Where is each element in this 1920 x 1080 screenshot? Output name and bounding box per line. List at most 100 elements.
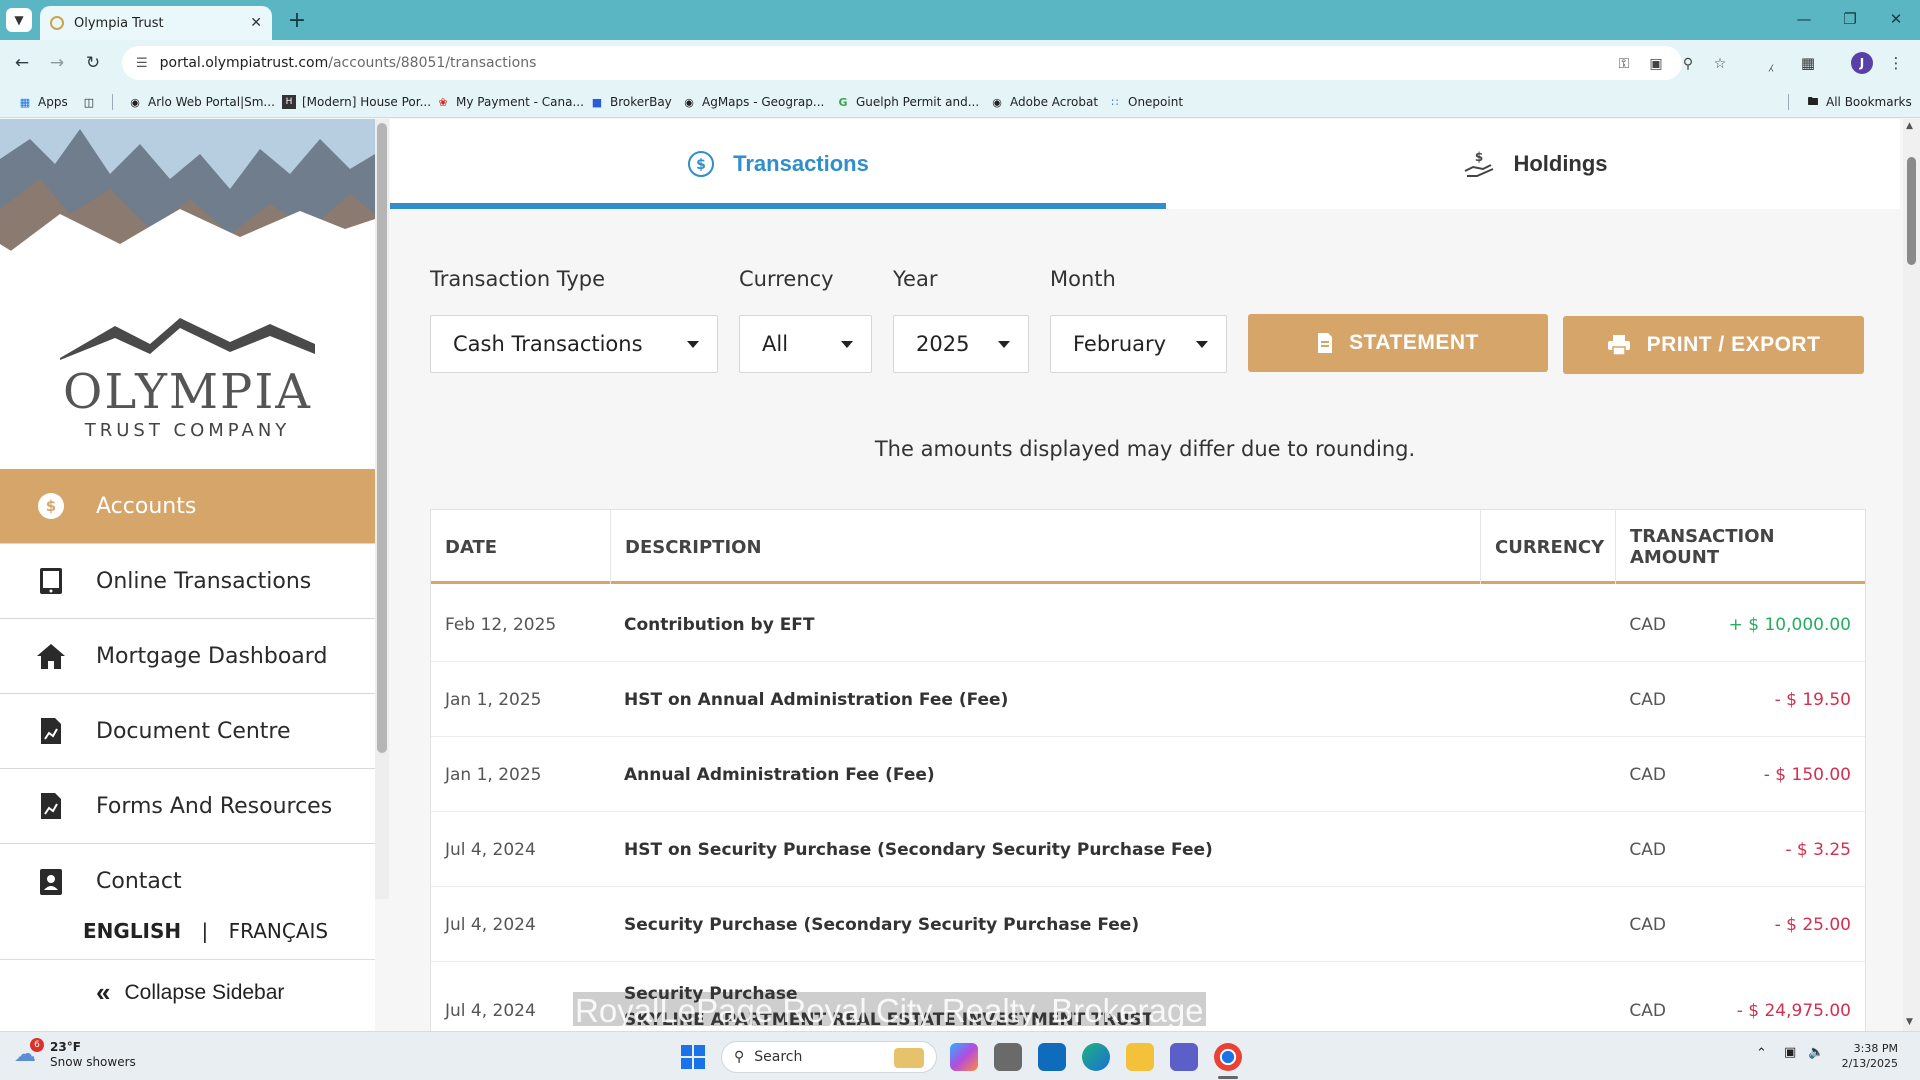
statement-button[interactable]: STATEMENT — [1248, 314, 1548, 372]
browser-tab[interactable]: Olympia Trust ✕ — [40, 6, 272, 40]
table-row[interactable]: Jul 4, 2024 Security Purchase (Secondary… — [431, 887, 1865, 962]
install-app-icon[interactable]: ▣ — [1646, 54, 1666, 74]
column-header-amount[interactable]: TRANSACTION AMOUNT — [1616, 510, 1865, 584]
extensions-puzzle-icon[interactable]: ▦ — [1797, 52, 1819, 74]
transaction-type-value: Cash Transactions — [453, 332, 643, 356]
system-clock[interactable]: 3:38 PM 2/13/2025 — [1838, 1041, 1898, 1071]
tab-holdings[interactable]: $ Holdings — [1166, 119, 1900, 209]
bookmark-adobe-acrobat[interactable]: ◉ Adobe Acrobat — [990, 93, 1098, 111]
bookmarks-bar: ▦ Apps ◫ ◉ Arlo Web Portal|Sm... H [Modern]… — [0, 86, 1920, 118]
column-header-date[interactable]: DATE — [431, 510, 611, 584]
dollar-circle-icon: $ — [36, 491, 66, 521]
store-icon[interactable] — [994, 1043, 1022, 1071]
teams-icon[interactable] — [1170, 1043, 1198, 1071]
edge-icon[interactable] — [1082, 1043, 1110, 1071]
page-scrollbar-thumb[interactable] — [1907, 157, 1916, 265]
collapse-sidebar-label: Collapse Sidebar — [124, 980, 285, 1004]
bookmark-my-payment[interactable]: ❀ My Payment - Cana... — [436, 93, 584, 111]
row-description: Contribution by EFT — [624, 614, 815, 635]
month-label: Month — [1050, 267, 1116, 291]
tab-label: Holdings — [1513, 151, 1608, 176]
site-info-icon[interactable]: ☰ — [136, 56, 148, 71]
statement-button-label: STATEMENT — [1349, 331, 1479, 354]
copilot-icon[interactable] — [950, 1043, 978, 1071]
windows-start-icon[interactable] — [681, 1045, 705, 1069]
tray-chevron-up-icon[interactable]: ⌃ — [1756, 1046, 1767, 1061]
apps-grid-icon: ▦ — [19, 95, 31, 109]
language-english[interactable]: ENGLISH — [83, 919, 181, 943]
sidebar-item-online-transactions[interactable]: Online Transactions — [0, 544, 375, 619]
tab-title: Olympia Trust — [74, 15, 164, 31]
sidebar-item-document-centre[interactable]: Document Centre — [0, 694, 375, 769]
column-header-currency[interactable]: CURRENCY — [1481, 510, 1616, 584]
zoom-icon[interactable]: ⚲ — [1678, 54, 1698, 74]
weather-badge: 6 — [30, 1038, 44, 1052]
month-select[interactable]: February — [1050, 315, 1227, 373]
print-export-button[interactable]: PRINT / EXPORT — [1563, 316, 1864, 374]
browser-tab-bar: ▼ Olympia Trust ✕ + — ❐ ✕ — [0, 0, 1920, 40]
bookmark-brokerbay[interactable]: ■ BrokerBay — [590, 93, 672, 111]
profile-avatar[interactable]: J — [1851, 52, 1873, 74]
password-key-icon[interactable]: ⚿ — [1614, 54, 1634, 74]
document-icon — [1317, 332, 1333, 354]
caret-down-icon — [841, 341, 853, 348]
url-host: portal.olympiatrust.com — [159, 55, 329, 71]
page-scrollbar[interactable]: ▲ ▼ — [1903, 119, 1920, 1031]
currency-value: All — [762, 332, 789, 356]
file-explorer-icon[interactable] — [1126, 1043, 1154, 1071]
olympia-favicon-icon — [50, 16, 64, 30]
table-row[interactable]: Feb 12, 2025 Contribution by EFT CAD + $… — [431, 587, 1865, 662]
sidebar-item-mortgage-dashboard[interactable]: Mortgage Dashboard — [0, 619, 375, 694]
bookmark-guelph-permit[interactable]: G Guelph Permit and... — [836, 93, 979, 111]
extension-icon[interactable]: ⁁ — [1760, 52, 1782, 74]
caret-down-icon — [998, 341, 1010, 348]
table-row[interactable]: Jan 1, 2025 HST on Annual Administration… — [431, 662, 1865, 737]
reload-icon[interactable]: ↻ — [80, 50, 106, 76]
address-bar[interactable]: ☰ portal.olympiatrust.com/accounts/88051… — [122, 46, 1682, 80]
back-icon[interactable]: ← — [9, 50, 35, 76]
collapse-sidebar-button[interactable]: « Collapse Sidebar — [96, 977, 284, 1008]
table-row[interactable]: Jan 1, 2025 Annual Administration Fee (F… — [431, 737, 1865, 812]
weather-widget[interactable]: ☁ 6 23°F Snow showers — [14, 1038, 136, 1070]
scroll-down-icon[interactable]: ▼ — [1906, 1017, 1913, 1027]
grid-shortcut-icon[interactable]: ◫ — [82, 93, 102, 111]
taskbar-search[interactable]: ⚲ Search — [721, 1041, 937, 1073]
new-tab-icon[interactable]: + — [284, 8, 310, 33]
sidebar-item-accounts[interactable]: $ Accounts — [0, 469, 375, 544]
transaction-type-select[interactable]: Cash Transactions — [430, 315, 718, 373]
year-select[interactable]: 2025 — [893, 315, 1029, 373]
row-amount: - $ 3.25 — [1785, 839, 1851, 860]
bookmark-arlo[interactable]: ◉ Arlo Web Portal|Sm... — [128, 93, 275, 111]
bookmark-onepoint[interactable]: ∷ Onepoint — [1108, 93, 1184, 111]
forward-icon[interactable]: → — [44, 50, 70, 76]
acrobat-icon: ◉ — [992, 95, 1002, 109]
volume-icon[interactable]: 🔈 — [1808, 1045, 1824, 1060]
currency-select[interactable]: All — [739, 315, 872, 373]
sidebar-item-forms-and-resources[interactable]: Forms And Resources — [0, 769, 375, 844]
bookmark-house-portal[interactable]: H [Modern] House Por... — [282, 93, 431, 111]
sidebar-item-contact[interactable]: Contact — [0, 844, 375, 919]
chrome-icon[interactable] — [1214, 1043, 1242, 1071]
bookmark-agmaps[interactable]: ◉ AgMaps - Geograp... — [682, 93, 824, 111]
tab-transactions[interactable]: $ Transactions — [390, 119, 1166, 209]
tab-search-icon[interactable]: ▼ — [6, 8, 32, 32]
all-bookmarks[interactable]: 🖿 All Bookmarks — [1806, 93, 1912, 111]
restore-icon[interactable]: ❐ — [1830, 6, 1870, 32]
row-currency: CAD — [1629, 764, 1666, 785]
sidebar-item-label: Contact — [96, 869, 182, 894]
bookmark-apps[interactable]: ▦ Apps — [18, 93, 68, 111]
outlook-icon[interactable] — [1038, 1043, 1066, 1071]
menu-kebab-icon[interactable]: ⋮ — [1885, 52, 1907, 74]
printer-icon — [1607, 334, 1631, 356]
close-tab-icon[interactable]: ✕ — [250, 15, 262, 31]
bookmark-star-icon[interactable]: ☆ — [1710, 54, 1730, 74]
close-window-icon[interactable]: ✕ — [1876, 6, 1916, 32]
language-french[interactable]: FRANÇAIS — [229, 919, 328, 943]
sidebar-scrollbar[interactable] — [375, 119, 389, 899]
network-icon[interactable]: ▣ — [1784, 1045, 1796, 1060]
sidebar-scrollbar-thumb[interactable] — [377, 123, 387, 753]
scroll-up-icon[interactable]: ▲ — [1906, 121, 1913, 131]
column-header-description[interactable]: DESCRIPTION — [611, 510, 1481, 584]
table-row[interactable]: Jul 4, 2024 HST on Security Purchase (Se… — [431, 812, 1865, 887]
minimize-icon[interactable]: — — [1784, 6, 1824, 32]
